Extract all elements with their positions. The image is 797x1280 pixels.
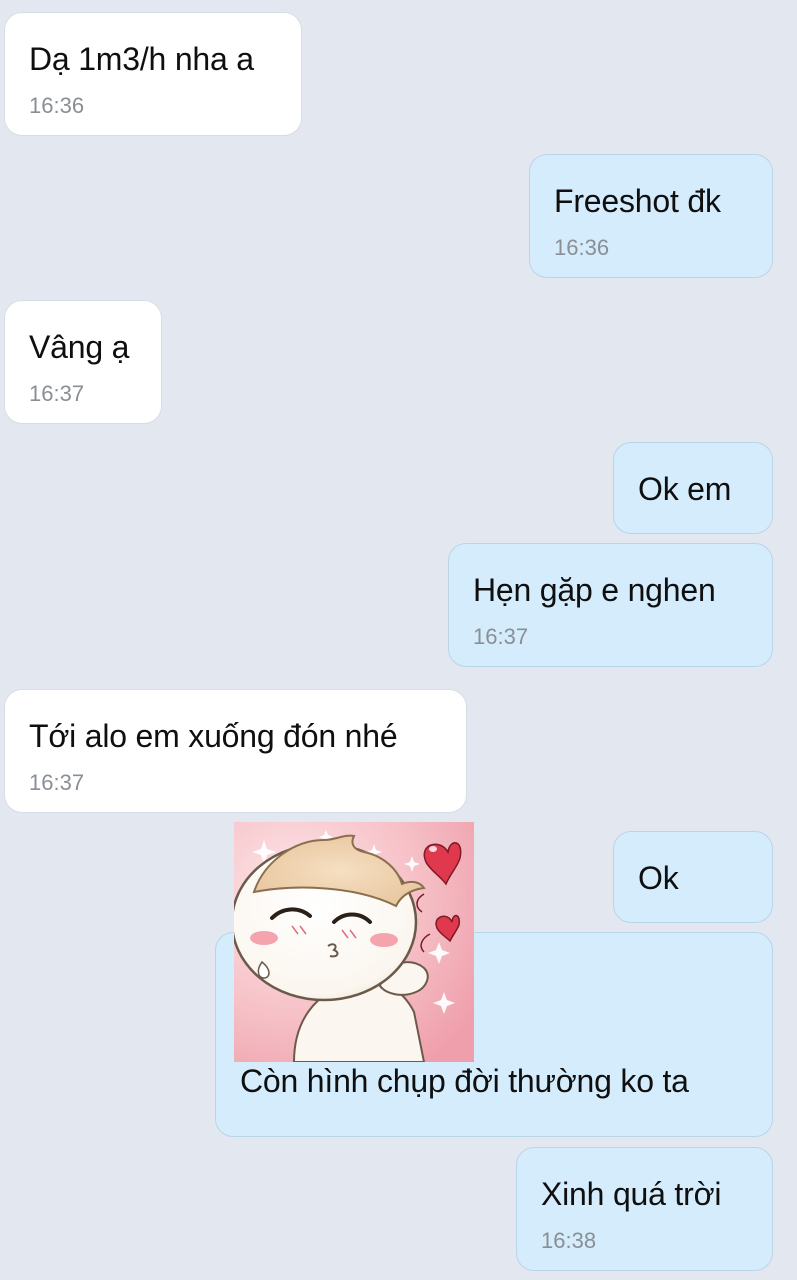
message-time: 16:37 [473,624,529,649]
message-time: 16:36 [29,93,85,118]
message-text: Còn hình chụp đời thường ko ta [240,1063,689,1099]
chat-thread: Dạ 1m3/h nha a 16:36 Freeshot đk 16:36 V… [0,0,797,1280]
message-text: Ok em [638,471,732,507]
message-bubble-incoming[interactable]: Tới alo em xuống đón nhé 16:37 [4,689,467,813]
message-time: 16:38 [541,1228,597,1253]
message-bubble-outgoing[interactable]: Ok [613,831,773,923]
message-bubble-outgoing[interactable]: Hẹn gặp e nghen 16:37 [448,543,773,667]
message-bubble-outgoing[interactable]: Xinh quá trời 16:38 [516,1147,773,1271]
message-bubble-outgoing[interactable]: Ok em [613,442,773,534]
message-text: Vâng ạ [29,329,130,365]
message-time: 16:37 [29,381,85,406]
message-text: Freeshot đk [554,183,721,219]
message-bubble-incoming[interactable]: Vâng ạ 16:37 [4,300,162,424]
message-text: Tới alo em xuống đón nhé [29,718,398,754]
message-bubble-incoming[interactable]: Dạ 1m3/h nha a 16:36 [4,12,302,136]
message-time: 16:37 [29,770,85,795]
blowing-kiss-sticker-icon[interactable] [234,822,474,1062]
message-text: Dạ 1m3/h nha a [29,41,254,77]
message-text: Hẹn gặp e nghen [473,572,716,608]
message-bubble-outgoing[interactable]: Freeshot đk 16:36 [529,154,773,278]
message-time: 16:36 [554,235,610,260]
message-text: Xinh quá trời [541,1176,722,1212]
message-text: Ok [638,860,679,896]
